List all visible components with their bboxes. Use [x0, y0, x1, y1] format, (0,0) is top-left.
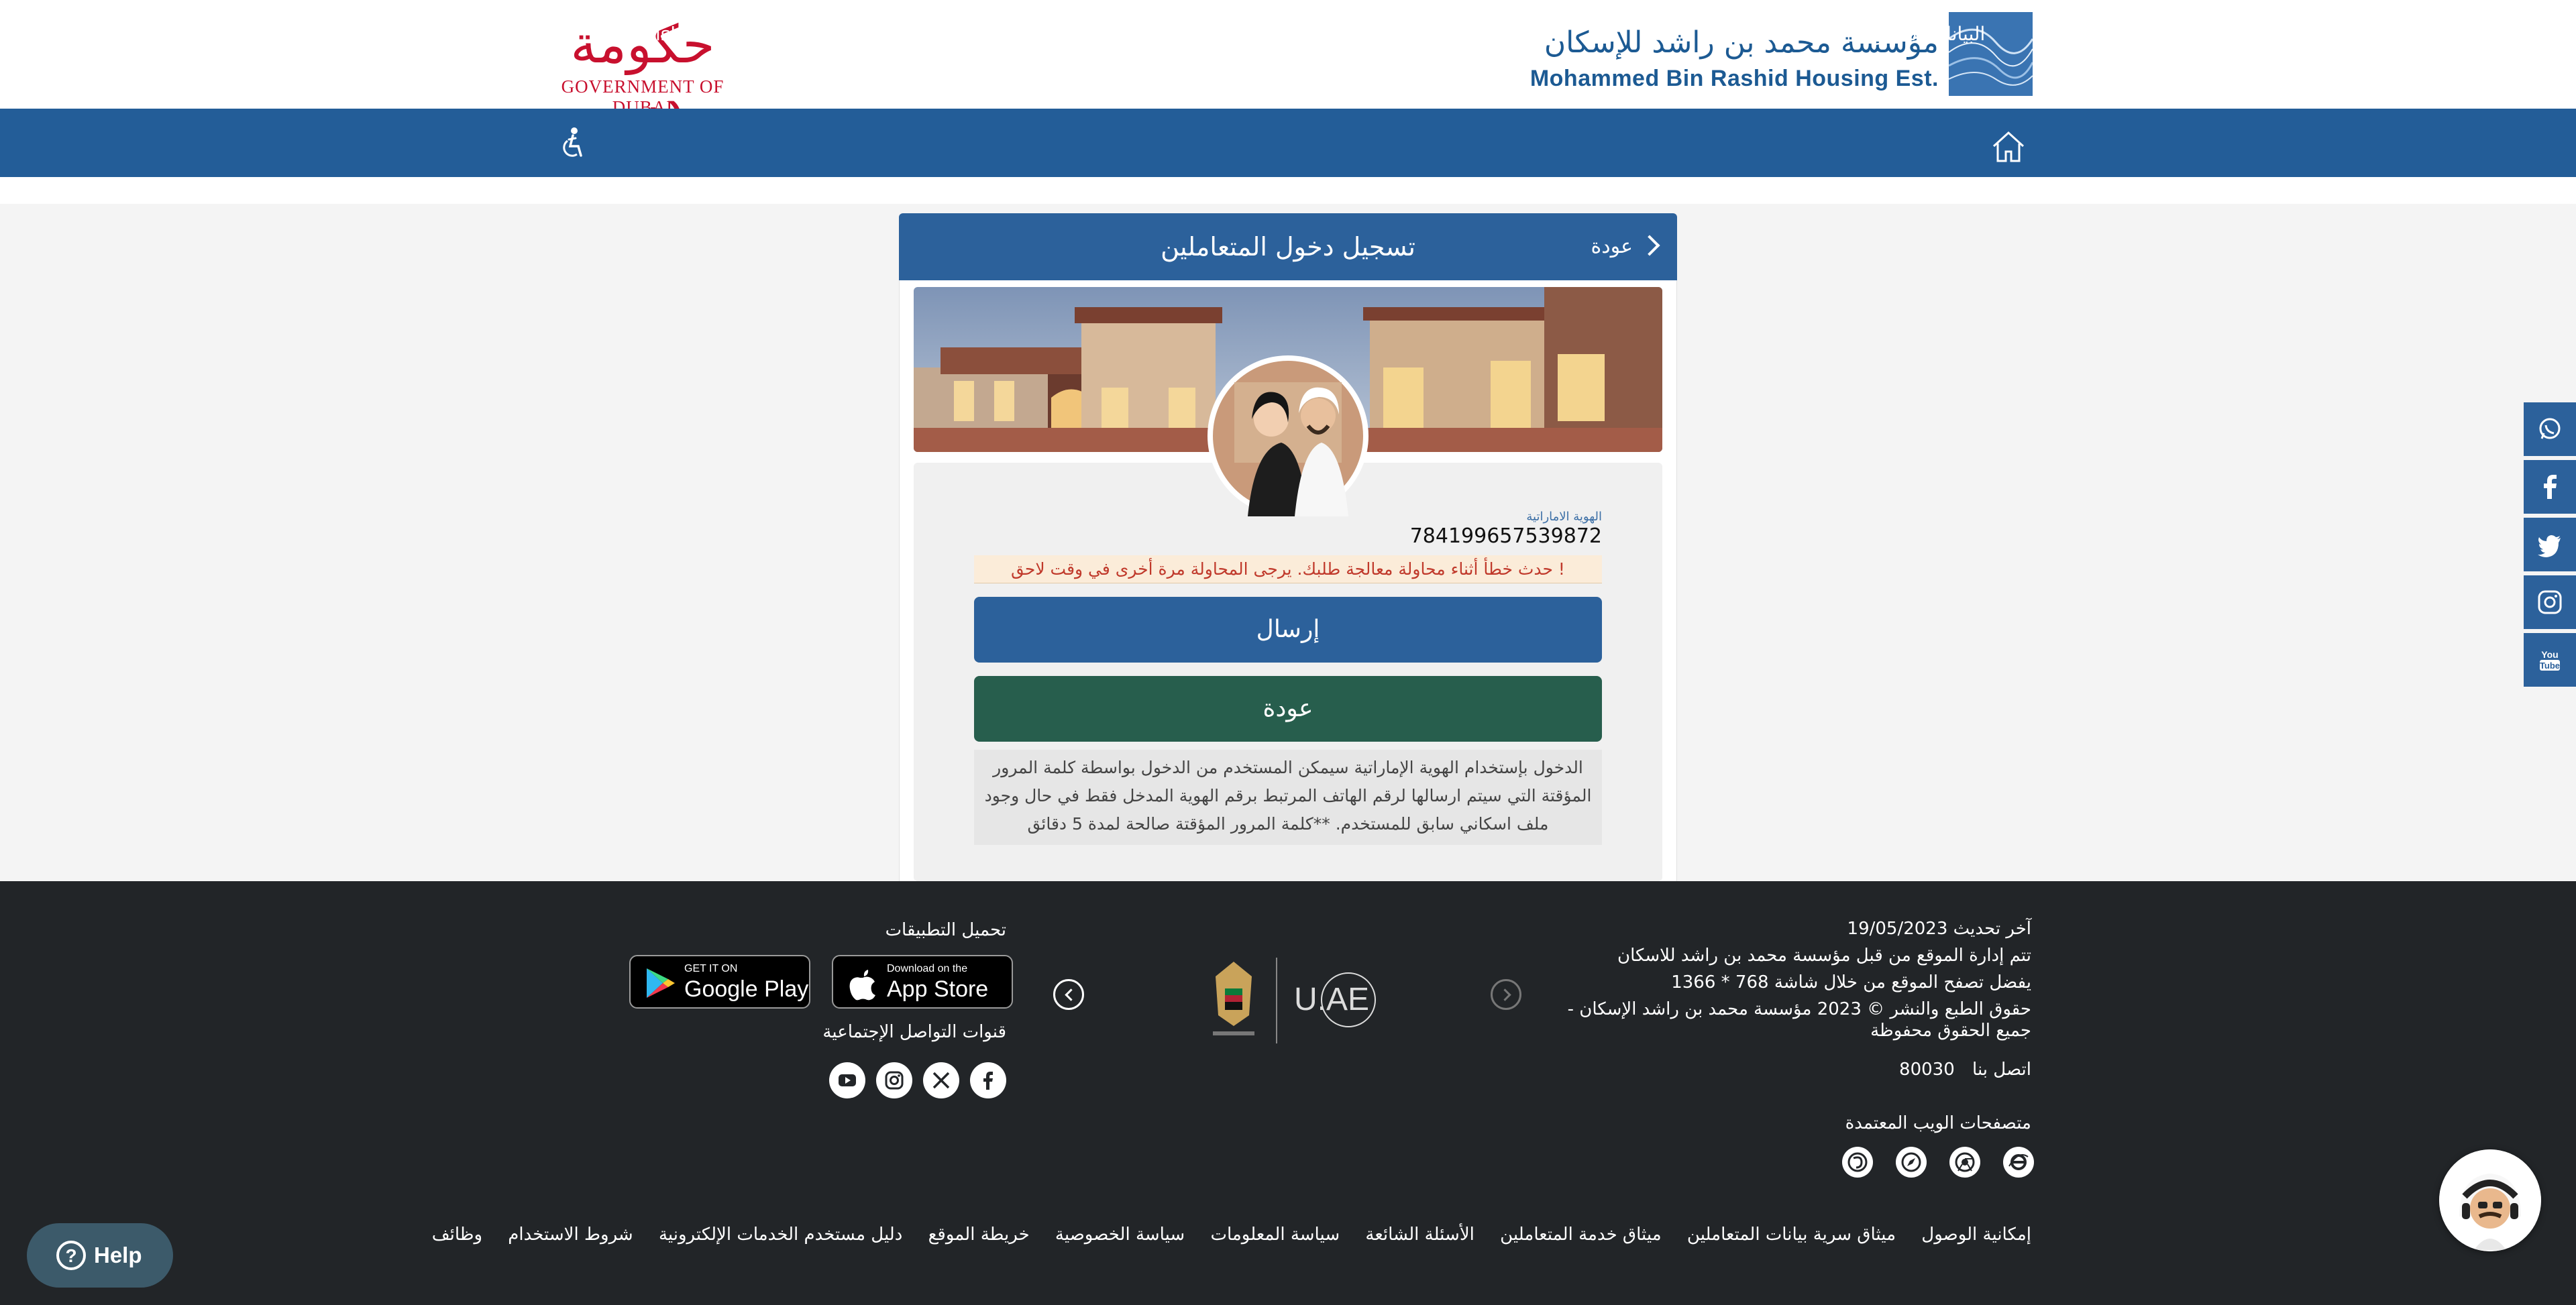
- svg-text:Tube: Tube: [2540, 661, 2560, 671]
- google-play-icon: [647, 968, 675, 998]
- x-icon: [932, 1072, 950, 1089]
- google-play-small: GET IT ON: [684, 963, 738, 974]
- footer-contact[interactable]: اتصل بنا 80030: [1899, 1060, 2031, 1080]
- chatbot-agent-icon: [2439, 1149, 2541, 1251]
- whatsapp-icon: [2539, 418, 2561, 439]
- accessibility-icon[interactable]: [554, 126, 589, 161]
- footer-apps-label: تحميل التطبيقات: [885, 920, 1006, 940]
- nav-open-data[interactable]: البيانات المفتوحة: [1854, 0, 1985, 68]
- sidebar-facebook[interactable]: [2524, 460, 2576, 514]
- footer-link-faq[interactable]: الأسئلة الشائعة: [1365, 1225, 1474, 1245]
- footer-link-accessibility[interactable]: إمكانية الوصول: [1921, 1225, 2031, 1245]
- footer-browsers-label: متصفحات الويب المعتمدة: [1845, 1113, 2031, 1133]
- header-spacer: [0, 177, 2576, 204]
- back-link-label: عودة: [1591, 235, 1633, 258]
- footer-instagram-button[interactable]: [876, 1062, 912, 1098]
- language-switch[interactable]: English: [614, 0, 682, 68]
- footer-links: إمكانية الوصول ميثاق سرية بيانات المتعام…: [412, 1225, 2031, 1258]
- footer-facebook-button[interactable]: [970, 1062, 1006, 1098]
- footer-link-information-policy[interactable]: سياسة المعلومات: [1210, 1225, 1340, 1245]
- gov-logo-english: GOVERNMENT OF DUBAI: [561, 76, 724, 117]
- footer-link-sitemap[interactable]: خريطة الموقع: [928, 1225, 1030, 1245]
- footer-youtube-button[interactable]: [829, 1062, 865, 1098]
- nav-contact-us[interactable]: اتصل بنا: [1752, 0, 1816, 68]
- emirates-id-input[interactable]: 784199657539872: [1410, 524, 1602, 548]
- chrome-browser-icon: [1949, 1147, 1980, 1178]
- home-icon[interactable]: [1990, 127, 2027, 165]
- footer-copyright-line2: جميع الحقوق محفوظة: [1870, 1021, 2031, 1041]
- chevron-right-icon: [1499, 988, 1511, 1001]
- facebook-icon: [983, 1072, 993, 1090]
- back-button[interactable]: عودة: [974, 676, 1602, 742]
- mbr-logo-english: Mohammed Bin Rashid Housing Est.: [1529, 66, 1939, 91]
- header-back-link[interactable]: عودة: [1591, 213, 1660, 280]
- sidebar-youtube[interactable]: You Tube: [2524, 633, 2576, 687]
- error-message: حدث خطأ أثناء محاولة معالجة طلبك. يرجى ا…: [1011, 559, 1565, 579]
- footer-copyright-line1: حقوق الطبع والنشر © 2023 مؤسسة محمد بن ر…: [1567, 999, 2031, 1019]
- sidebar-whatsapp[interactable]: [2524, 402, 2576, 456]
- uae-logo-divider: [1276, 958, 1277, 1043]
- footer-contact-number: 80030: [1899, 1060, 1955, 1080]
- footer-last-update: آخر تحديث 19/05/2023: [1847, 919, 2031, 939]
- info-note-box: الدخول بإستخدام الهوية الإماراتية سيمكن …: [974, 750, 1602, 845]
- help-label: Help: [94, 1243, 142, 1267]
- sidebar-instagram[interactable]: [2524, 575, 2576, 629]
- couple-avatar: [1208, 355, 1368, 516]
- main-navbar: [0, 109, 2576, 177]
- footer-link-terms[interactable]: شروط الاستخدام: [508, 1225, 633, 1245]
- info-note: الدخول بإستخدام الهوية الإماراتية سيمكن …: [984, 758, 1592, 834]
- footer-resolution: يفضل تصفح الموقع من خلال شاشة 768 * 1366: [1671, 972, 2031, 992]
- youtube-icon: You Tube: [2540, 649, 2560, 671]
- footer-managed-by: تتم إدارة الموقع من قبل مؤسسة محمد بن را…: [1617, 946, 2031, 966]
- footer-link-data-privacy-charter[interactable]: ميثاق سرية بيانات المتعاملين: [1687, 1225, 1896, 1245]
- error-message-box: حدث خطأ أثناء محاولة معالجة طلبك. يرجى ا…: [974, 555, 1602, 583]
- apple-icon: [849, 970, 875, 1001]
- top-header: [0, 0, 2576, 109]
- firefox-browser-icon: [1842, 1147, 1873, 1178]
- chevron-left-icon: [1065, 988, 1077, 1001]
- app-store-big: App Store: [887, 976, 989, 1002]
- footer-x-button[interactable]: [923, 1062, 959, 1098]
- uae-portal-logo-text: U.AE: [1293, 982, 1370, 1017]
- chevron-right-icon: [1639, 234, 1660, 256]
- carousel-prev-button[interactable]: [1053, 979, 1084, 1010]
- footer-social-label: قنوات التواصل الإجتماعية: [822, 1022, 1006, 1042]
- question-mark-icon: ?: [56, 1241, 86, 1270]
- instagram-icon: [2538, 590, 2562, 614]
- login-title: تسجيل دخول المتعاملين: [1161, 232, 1415, 262]
- uae-portal-logo[interactable]: U.AE: [1281, 970, 1382, 1030]
- instagram-icon: [885, 1071, 904, 1090]
- svg-text:You: You: [2541, 649, 2558, 660]
- uae-emblem: [1205, 956, 1263, 1043]
- twitter-icon: [2538, 535, 2561, 557]
- send-button[interactable]: إرسال: [974, 597, 1602, 663]
- facebook-icon: [2544, 475, 2557, 499]
- chatbot-avatar-button[interactable]: [2439, 1149, 2541, 1251]
- help-button[interactable]: ? Help: [27, 1223, 173, 1288]
- emirates-id-label: الهوية الاماراتية: [1526, 510, 1602, 524]
- footer-link-privacy-policy[interactable]: سياسة الخصوصية: [1055, 1225, 1185, 1245]
- sidebar-twitter[interactable]: [2524, 518, 2576, 571]
- app-store-small: Download on the: [887, 963, 968, 974]
- safari-browser-icon: [1896, 1147, 1927, 1178]
- carousel-next-button[interactable]: [1491, 979, 1521, 1010]
- youtube-icon: [839, 1074, 856, 1086]
- app-store-badge[interactable]: Download on the App Store: [832, 955, 1013, 1009]
- login-card-header: تسجيل دخول المتعاملين عودة: [899, 213, 1677, 280]
- footer-link-eservices-guide[interactable]: دليل مستخدم الخدمات الإلكترونية: [659, 1225, 902, 1245]
- google-play-badge[interactable]: GET IT ON Google Play: [629, 955, 810, 1009]
- footer-link-jobs[interactable]: وظائف: [432, 1225, 482, 1245]
- google-play-big: Google Play: [684, 976, 809, 1002]
- footer-contact-label: اتصل بنا: [1972, 1060, 2031, 1080]
- ie-browser-icon: [2003, 1147, 2034, 1178]
- footer-link-service-charter[interactable]: ميثاق خدمة المتعاملين: [1500, 1225, 1662, 1245]
